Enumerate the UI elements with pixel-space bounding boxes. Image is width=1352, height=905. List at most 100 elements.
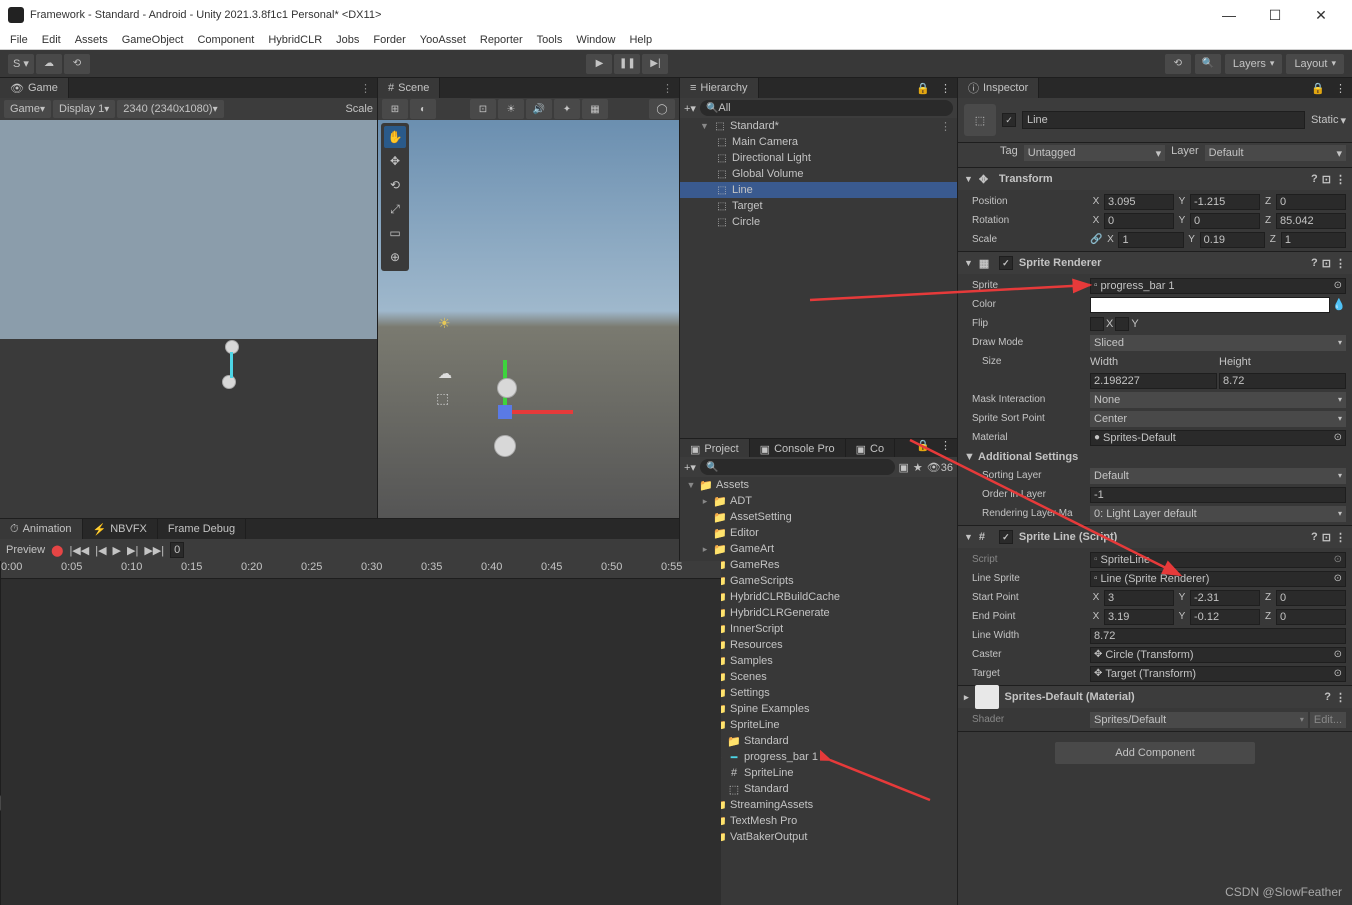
color-field[interactable]	[1090, 297, 1330, 313]
lock-icon[interactable]: 🔒	[912, 82, 934, 95]
maximize-button[interactable]: ☐	[1252, 0, 1298, 30]
proj-folder[interactable]: ▸📁Samples	[680, 653, 957, 669]
hierarchy-root[interactable]: ▼⬚Standard*⋮	[680, 118, 957, 134]
mask-dropdown[interactable]: None	[1090, 392, 1346, 408]
lighting-icon[interactable]: ☀	[498, 99, 524, 119]
hierarchy-item[interactable]: ⬚Circle	[680, 214, 957, 230]
first-frame-icon[interactable]: |◀◀	[69, 544, 89, 557]
proj-folder[interactable]: ▸📁VatBakerOutput	[680, 829, 957, 845]
linesprite-field[interactable]: ▫Line (Sprite Renderer)	[1090, 571, 1346, 587]
menu-edit[interactable]: Edit	[42, 34, 61, 46]
edit-button[interactable]: Edit...	[1310, 712, 1346, 728]
pivot-icon[interactable]: ⊞	[382, 99, 408, 119]
history-icon[interactable]: ⟲	[64, 54, 90, 74]
play-button[interactable]: ▶	[586, 54, 612, 74]
menu-yooasset[interactable]: YooAsset	[420, 34, 466, 46]
prev-frame-icon[interactable]: |◀	[95, 544, 106, 557]
tab-menu-icon[interactable]: ⋮	[354, 82, 377, 95]
lock-icon[interactable]: 🔒	[1307, 82, 1329, 95]
proj-folder[interactable]: ▸📁Spine Examples	[680, 701, 957, 717]
drawmode-dropdown[interactable]: Sliced	[1090, 335, 1346, 351]
menu-forder[interactable]: Forder	[373, 34, 405, 46]
game-view[interactable]	[0, 120, 377, 518]
console-tab[interactable]: ▣ Console Pro	[750, 439, 846, 459]
resolution-dropdown[interactable]: 2340 (2340x1080) ▾	[117, 100, 223, 118]
proj-folder[interactable]: ▸📁HybridCLRBuildCache	[680, 589, 957, 605]
project-search[interactable]: 🔍	[700, 459, 895, 475]
enable-checkbox[interactable]: ✓	[999, 256, 1013, 270]
layers-dropdown[interactable]: Layers	[1225, 54, 1283, 74]
proj-folder-spriteline[interactable]: ▼📁SpriteLine	[680, 717, 957, 733]
proj-folder[interactable]: ▸📁Resources	[680, 637, 957, 653]
rot-z[interactable]: 85.042	[1276, 213, 1346, 229]
hidden-count[interactable]: 👁36	[927, 461, 953, 474]
inspector-tab[interactable]: ⓘ Inspector	[958, 78, 1039, 98]
proj-folder[interactable]: ▸📁Settings	[680, 685, 957, 701]
active-checkbox[interactable]: ✓	[1002, 113, 1016, 127]
cloud-icon[interactable]: ☁	[36, 54, 62, 74]
target-field[interactable]: ✥Target (Transform)	[1090, 666, 1346, 682]
pos-z[interactable]: 0	[1276, 194, 1346, 210]
project-tab[interactable]: ▣ Project	[680, 439, 750, 459]
scale-z[interactable]: 1	[1281, 232, 1346, 248]
layout-dropdown[interactable]: Layout	[1286, 54, 1344, 74]
scene-tab[interactable]: # Scene	[378, 78, 440, 98]
scale-y[interactable]: 0.19	[1200, 232, 1265, 248]
timeline-ruler[interactable]: 0:000:050:100:150:200:250:300:350:400:45…	[1, 561, 721, 579]
proj-item[interactable]: ⬚Standard	[680, 781, 957, 797]
menu-gameobject[interactable]: GameObject	[122, 34, 184, 46]
proj-item-progressbar[interactable]: ▸━progress_bar 1	[680, 749, 957, 765]
animation-tab[interactable]: ⏱ Animation	[0, 519, 83, 539]
game-tab[interactable]: 👁 Game	[0, 78, 69, 98]
shader-dropdown[interactable]: Sprites/Default	[1090, 712, 1308, 728]
layer-dropdown[interactable]: Default▾	[1205, 145, 1346, 161]
proj-folder[interactable]: ▸📁HybridCLRGenerate	[680, 605, 957, 621]
tag-dropdown[interactable]: Untagged▾	[1024, 145, 1165, 161]
hierarchy-item[interactable]: ⬚Directional Light	[680, 150, 957, 166]
pos-y[interactable]: -1.215	[1190, 194, 1260, 210]
scene-view[interactable]: ✋ ✥ ⟲ ⤢ ▭ ⊕ ☀ ☁ ⬚	[378, 120, 679, 518]
proj-folder[interactable]: ▸📁GameArt	[680, 541, 957, 557]
static-dropdown[interactable]: ▾	[1340, 114, 1346, 127]
co-tab[interactable]: ▣ Co	[846, 439, 895, 459]
proj-item[interactable]: #SpriteLine	[680, 765, 957, 781]
material-field[interactable]: ●Sprites-Default	[1090, 430, 1346, 446]
sortlayer-dropdown[interactable]: Default	[1090, 468, 1346, 484]
proj-folder[interactable]: 📁AssetSetting	[680, 509, 957, 525]
step-button[interactable]: ▶|	[642, 54, 668, 74]
next-frame-icon[interactable]: ▶|	[127, 544, 138, 557]
audio-icon[interactable]: 🔊	[526, 99, 552, 119]
scale-x[interactable]: 1	[1118, 232, 1183, 248]
add-component-button[interactable]: Add Component	[1055, 742, 1255, 764]
proj-folder[interactable]: ▸📁TextMesh Pro	[680, 813, 957, 829]
tab-menu-icon[interactable]: ⋮	[1329, 82, 1352, 95]
menu-jobs[interactable]: Jobs	[336, 34, 359, 46]
2d-toggle[interactable]: ⊡	[470, 99, 496, 119]
filter-icon[interactable]: ▣	[899, 461, 909, 474]
height-field[interactable]: 8.72	[1219, 373, 1346, 389]
menu-file[interactable]: File	[10, 34, 28, 46]
move-tool-icon[interactable]: ✥	[384, 150, 406, 172]
game-mode-dropdown[interactable]: Game ▾	[4, 100, 51, 118]
menu-component[interactable]: Component	[197, 34, 254, 46]
gizmo-icon[interactable]: ▦	[582, 99, 608, 119]
lock-icon[interactable]: 🔒	[912, 439, 934, 457]
nbvfx-tab[interactable]: ⚡ NBVFX	[83, 519, 158, 539]
hierarchy-item[interactable]: ⬚Global Volume	[680, 166, 957, 182]
rot-x[interactable]: 0	[1104, 213, 1174, 229]
caster-field[interactable]: ✥Circle (Transform)	[1090, 647, 1346, 663]
proj-folder[interactable]: 📁Editor	[680, 525, 957, 541]
proj-folder[interactable]: ▸📁GameRes	[680, 557, 957, 573]
transform-tool-icon[interactable]: ⊕	[384, 246, 406, 268]
pos-x[interactable]: 3.095	[1104, 194, 1174, 210]
proj-root[interactable]: ▼📁Assets	[680, 477, 957, 493]
linewidth-field[interactable]: 8.72	[1090, 628, 1346, 644]
tab-menu-icon[interactable]: ⋮	[934, 82, 957, 95]
menu-assets[interactable]: Assets	[75, 34, 108, 46]
rendermask-dropdown[interactable]: 0: Light Layer default	[1090, 506, 1346, 522]
menu-help[interactable]: Help	[629, 34, 652, 46]
link-icon[interactable]: 🔗	[1090, 234, 1102, 245]
framedebug-tab[interactable]: Frame Debug	[158, 519, 246, 539]
preset-icon[interactable]: ⊡	[1322, 173, 1331, 186]
menu-hybridclr[interactable]: HybridCLR	[268, 34, 322, 46]
